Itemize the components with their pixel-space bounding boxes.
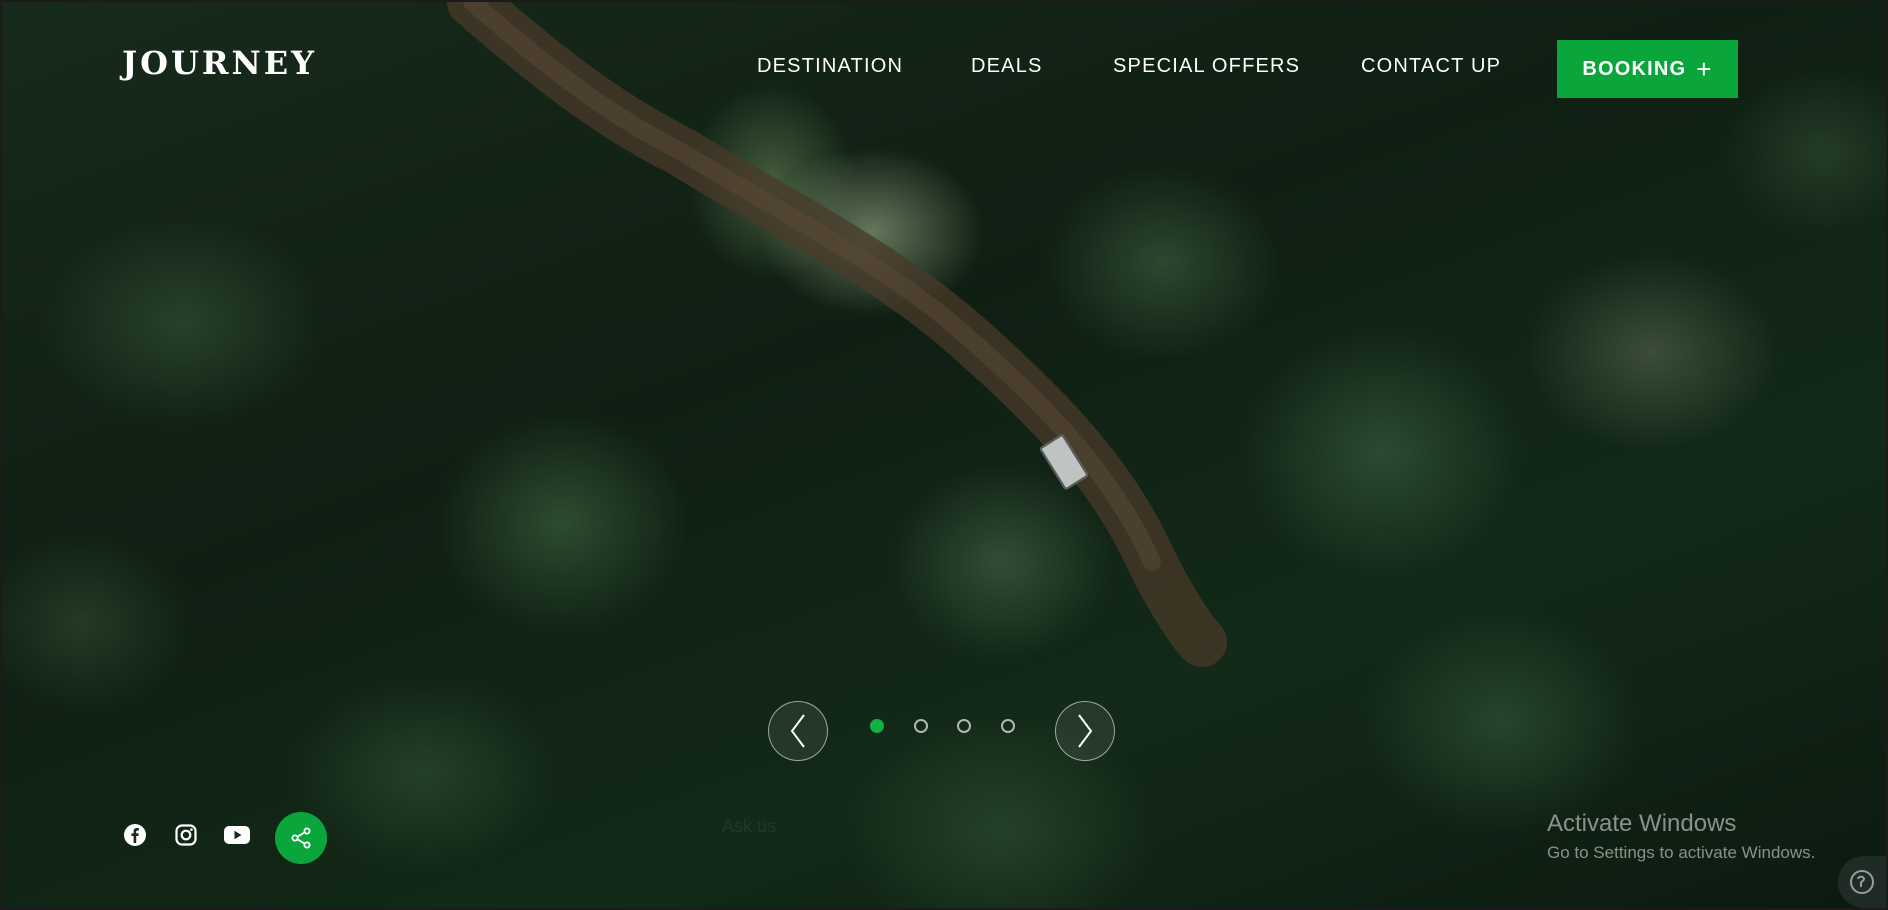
youtube-link[interactable]	[219, 817, 255, 853]
hero-background	[0, 0, 1888, 910]
chevron-right-icon	[1078, 714, 1093, 748]
forest-road-image	[447, 2, 1227, 667]
logo[interactable]: JOURNEY	[122, 44, 317, 82]
booking-button[interactable]: BOOKING +	[1557, 40, 1738, 98]
nav-item-contact[interactable]: CONTACT UP	[1361, 55, 1501, 78]
chevron-left-icon	[790, 714, 805, 748]
plus-icon: +	[1696, 54, 1713, 84]
activate-windows-title: Activate Windows	[1547, 810, 1737, 837]
share-button[interactable]	[275, 812, 327, 864]
carousel-dot-2[interactable]	[914, 719, 928, 733]
carousel-dot-3[interactable]	[957, 719, 971, 733]
instagram-link[interactable]	[168, 817, 204, 853]
ask-us-chat[interactable]: Ask us	[722, 816, 776, 837]
carousel-prev-button[interactable]	[768, 701, 828, 761]
facebook-icon	[124, 824, 146, 846]
nav-item-deals[interactable]: DEALS	[971, 55, 1043, 78]
carousel-next-button[interactable]	[1055, 701, 1115, 761]
nav-item-special-offers[interactable]: SPECIAL OFFERS	[1113, 55, 1300, 78]
instagram-icon	[175, 824, 197, 846]
nav-item-destination[interactable]: DESTINATION	[757, 55, 903, 78]
vehicle	[1038, 433, 1090, 491]
youtube-icon	[224, 826, 250, 844]
booking-label: BOOKING	[1582, 57, 1687, 80]
chat-widget-button[interactable]	[1838, 856, 1886, 908]
share-icon	[291, 827, 311, 849]
facebook-link[interactable]	[117, 817, 153, 853]
carousel-dot-4[interactable]	[1001, 719, 1015, 733]
activate-windows-subtitle: Go to Settings to activate Windows.	[1547, 843, 1816, 862]
chat-bubble-icon	[1850, 870, 1874, 894]
carousel-dot-1[interactable]	[870, 719, 884, 733]
